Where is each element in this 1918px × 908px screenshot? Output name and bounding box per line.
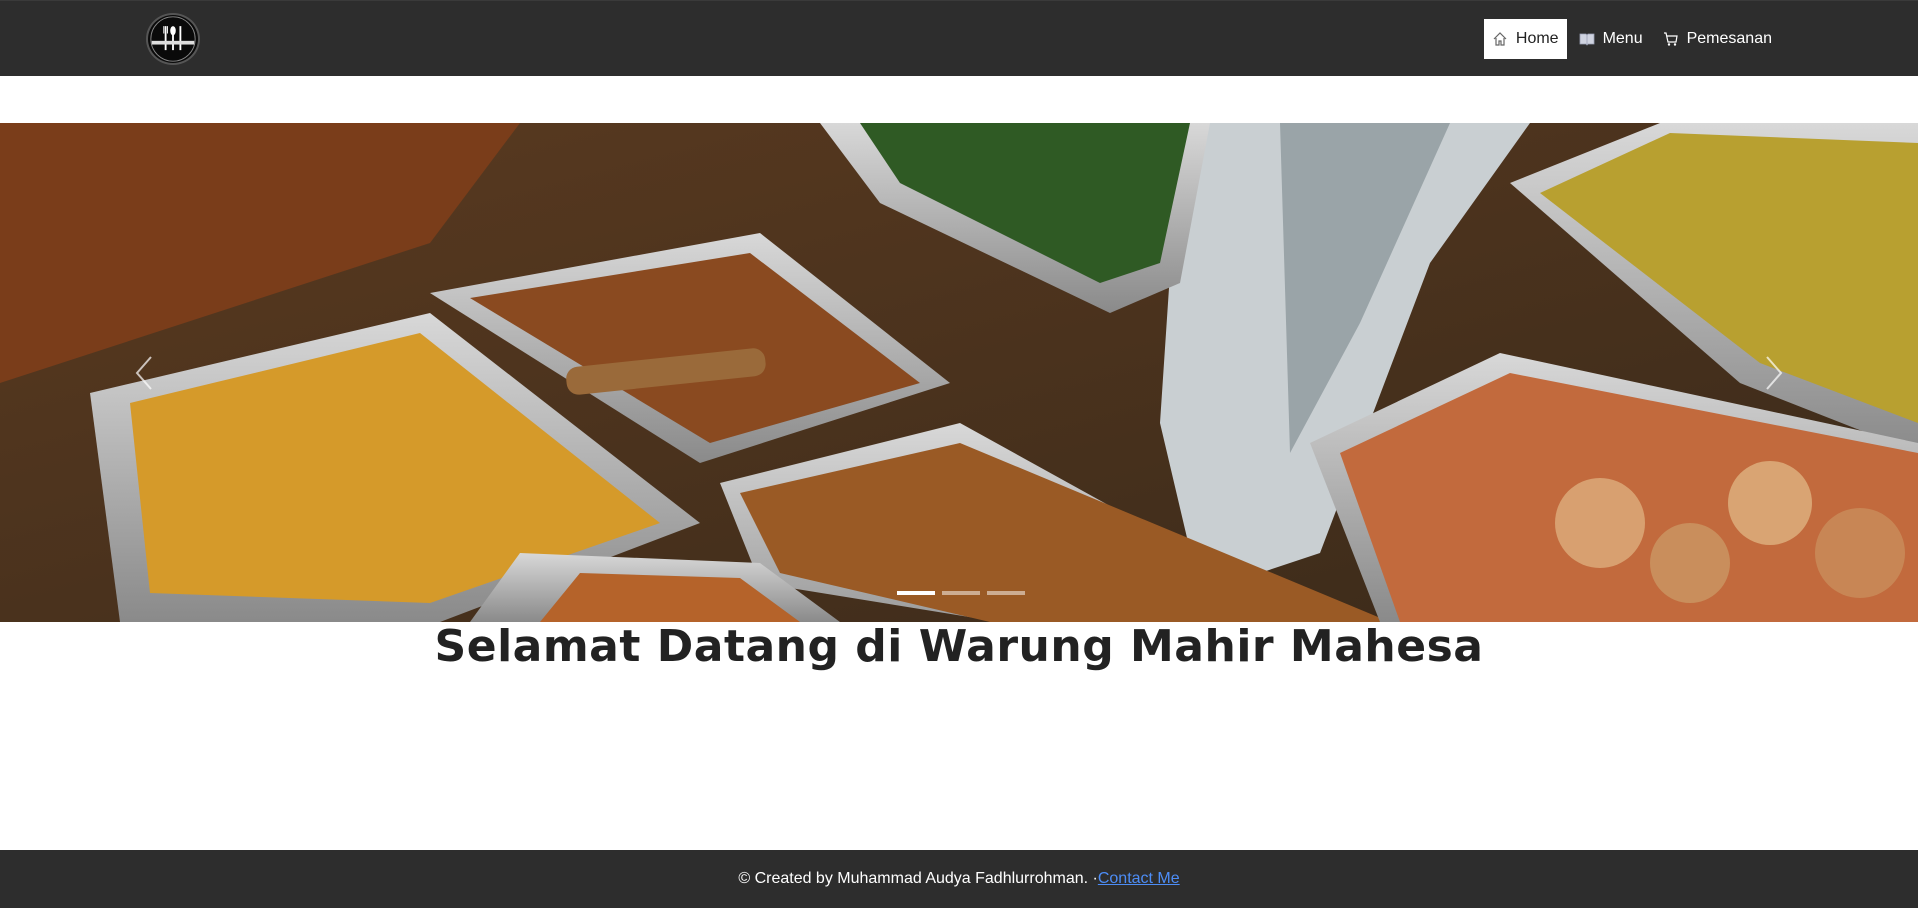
book-icon: [1579, 31, 1595, 47]
restaurant-logo-icon[interactable]: [146, 13, 200, 65]
food-display-image: [0, 123, 1918, 622]
nav-item-home[interactable]: Home: [1483, 19, 1567, 59]
footer-credit: © Created by Muhammad Audya Fadhlurrohma…: [738, 870, 1098, 887]
footer: © Created by Muhammad Audya Fadhlurrohma…: [0, 850, 1918, 908]
carousel-indicators: [897, 591, 1025, 595]
nav-item-label: Pemesanan: [1686, 30, 1772, 47]
carousel-indicator-1[interactable]: [897, 591, 935, 595]
navbar: Home Menu Pemesanan: [0, 0, 1918, 76]
welcome-title: Selamat Datang di Warung Mahir Mahesa: [434, 621, 1484, 672]
nav-item-menu[interactable]: Menu: [1571, 19, 1651, 59]
home-icon: [1492, 31, 1508, 47]
hero-carousel[interactable]: [0, 123, 1918, 622]
contact-me-link[interactable]: Contact Me: [1098, 870, 1180, 888]
carousel-indicator-3[interactable]: [987, 591, 1025, 595]
chevron-right-icon: [1761, 353, 1787, 393]
carousel-indicator-2[interactable]: [942, 591, 980, 595]
nav-item-label: Home: [1515, 30, 1559, 47]
cart-icon: [1663, 31, 1679, 47]
carousel-prev-button[interactable]: [114, 343, 174, 403]
carousel-next-button[interactable]: [1744, 343, 1804, 403]
chevron-left-icon: [131, 353, 157, 393]
nav-item-pemesanan[interactable]: Pemesanan: [1655, 19, 1780, 59]
main-nav: Home Menu Pemesanan: [1483, 19, 1780, 59]
nav-item-label: Menu: [1602, 30, 1643, 47]
